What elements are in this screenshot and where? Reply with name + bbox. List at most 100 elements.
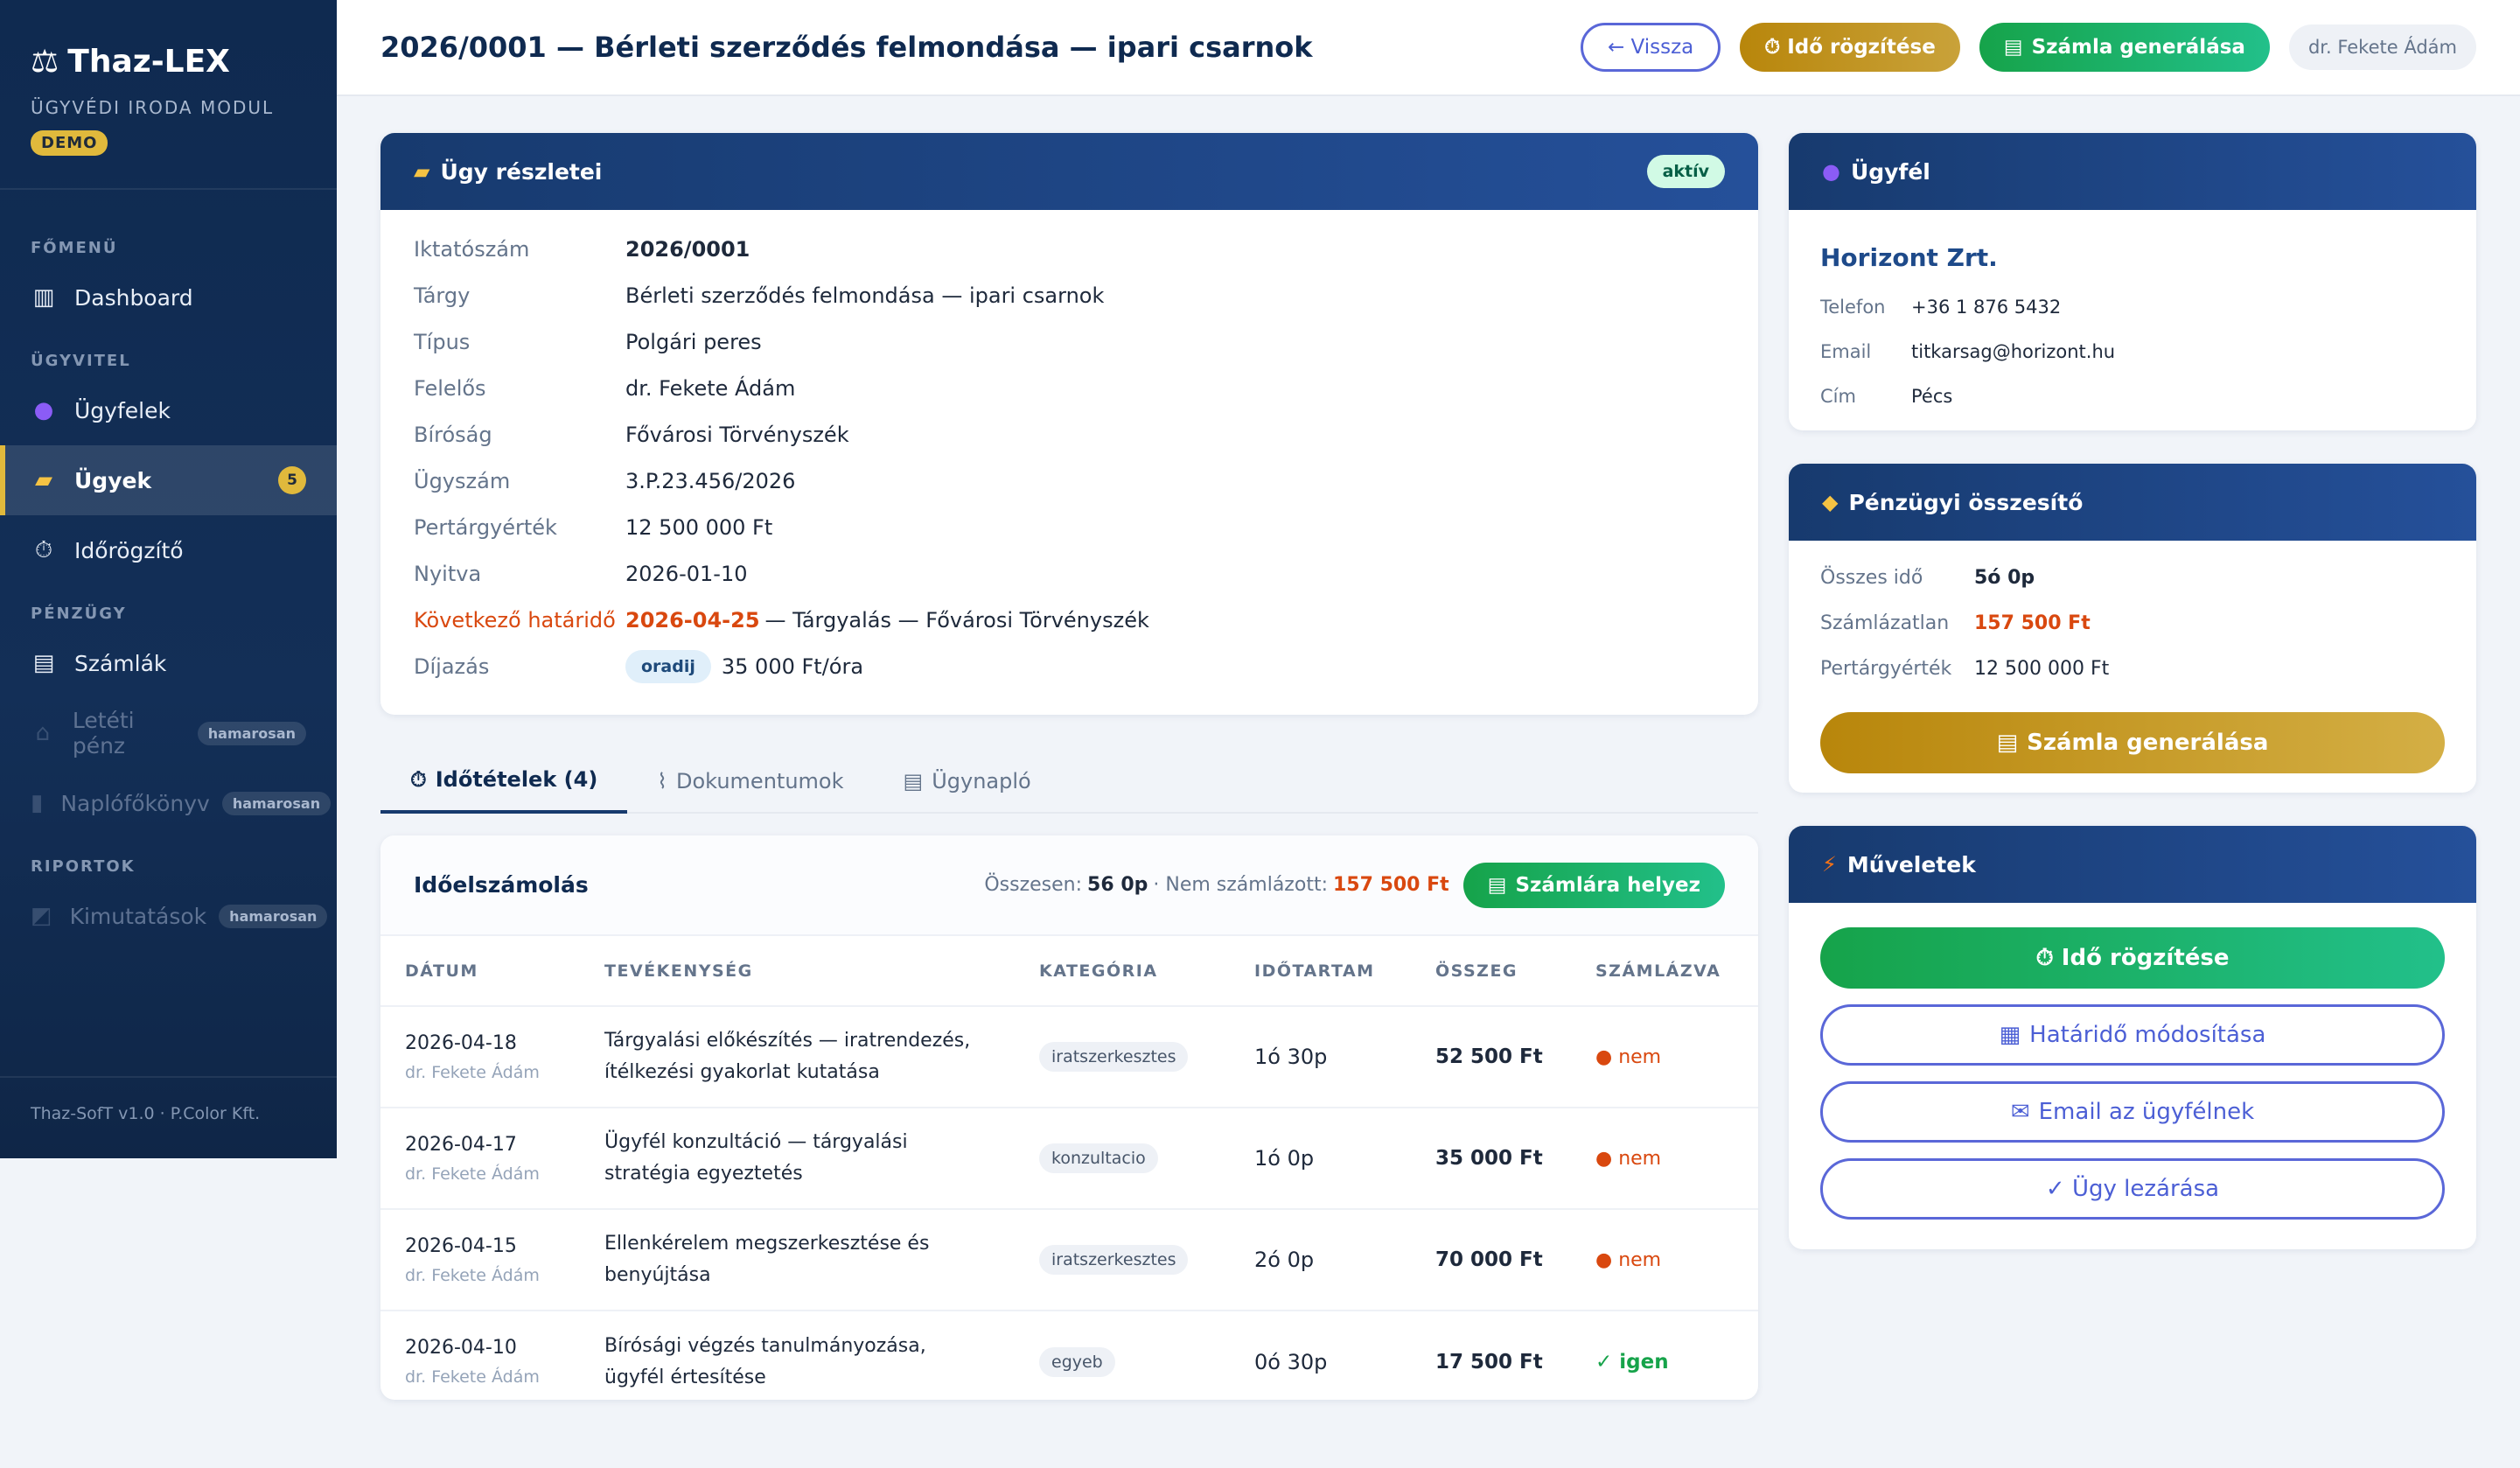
detail-value: 2026/0001 — [625, 236, 750, 262]
log-time-button[interactable]: ⏱ Idő rögzítése — [1740, 23, 1960, 72]
client-phone-label: Telefon — [1820, 296, 1886, 318]
sidebar-item-time[interactable]: ⏱ Időrögzítő — [0, 515, 337, 585]
table-row[interactable]: 2026-04-17 dr. Fekete Ádám Ügyfél konzult… — [380, 1108, 1758, 1210]
sidebar-item-clients[interactable]: ● Ügyfelek — [0, 375, 337, 445]
sidebar-item-ledger: ▮ Naplófőkönyv hamarosan — [0, 768, 337, 838]
back-button[interactable]: ← Vissza — [1580, 23, 1721, 72]
entry-date: 2026-04-10 — [405, 1337, 517, 1359]
case-details-title: Ügy részletei — [440, 158, 603, 185]
billed-status: ● nem — [1595, 1045, 1662, 1068]
entry-activity: Ügyfél konzultáció — tárgyalási stratégi… — [604, 1131, 908, 1185]
lightning-icon: ⚡ — [1822, 852, 1837, 877]
nav-section-reports: RIPORTOK — [31, 857, 136, 876]
detail-value: Polgári peres — [625, 329, 762, 354]
email-client-label: Email az ügyfélnek — [2038, 1099, 2255, 1125]
category-badge: iratszerkesztes — [1039, 1245, 1189, 1275]
finance-generate-invoice-button[interactable]: ▤ Számla generálása — [1820, 712, 2445, 773]
total-label: Összesen: — [984, 874, 1083, 896]
entry-activity: Tárgyalási előkészítés — iratrendezés, í… — [604, 1030, 971, 1083]
total-time-label: Összes idő — [1820, 566, 1923, 589]
sidebar-item-cases[interactable]: ▰ Ügyek 5 — [0, 445, 337, 515]
table-row[interactable]: 2026-04-18 dr. Fekete Ádám Tárgyalási elő… — [380, 1006, 1758, 1108]
entry-date: 2026-04-18 — [405, 1031, 517, 1054]
detail-label: Iktatószám — [414, 236, 530, 262]
scales-icon: ⚖ — [31, 44, 59, 80]
soon-badge: hamarosan — [221, 791, 332, 815]
case-tabs: ⏱ Időtételek (4) ⌇ Dokumentumok ▤ Ügynap… — [380, 748, 1758, 814]
receipt-icon: ▤ — [32, 650, 55, 676]
brand: ⚖ Thaz-LEX ÜGYVÉDI IRODA MODUL DEMO — [0, 0, 337, 190]
table-row[interactable]: 2026-04-10 dr. Fekete Ádám Bírósági végzé… — [380, 1311, 1758, 1400]
tab-time-entries[interactable]: ⏱ Időtételek (4) — [380, 748, 628, 814]
receipt-icon: ▤ — [1996, 730, 2019, 756]
col-activity[interactable]: TEVÉKENYSÉG — [580, 936, 1015, 1007]
billed-status: ● nem — [1595, 1248, 1662, 1271]
col-billed[interactable]: SZÁMLÁZVA — [1571, 936, 1758, 1007]
client-card: ● Ügyfél Horizont Zrt. Telefon +36 1 876 … — [1789, 133, 2476, 430]
action-log-time-button[interactable]: ⏱ Idő rögzítése — [1820, 927, 2445, 989]
user-chip[interactable]: dr. Fekete Ádám — [2288, 24, 2476, 70]
entry-amount: 70 000 Ft — [1435, 1248, 1543, 1271]
col-category[interactable]: KATEGÓRIA — [1015, 936, 1230, 1007]
tab-case-log[interactable]: ▤ Ügynapló — [874, 748, 1061, 814]
add-to-invoice-button[interactable]: ▤ Számlára helyez — [1462, 862, 1725, 908]
detail-value: 3.P.23.456/2026 — [625, 468, 796, 493]
client-email[interactable]: titkarsag@horizont.hu — [1911, 341, 2115, 362]
nav-section-finance: PÉNZÜGY — [31, 605, 127, 623]
cases-count-badge: 5 — [278, 466, 306, 494]
table-row[interactable]: 2026-04-15 dr. Fekete Ádám Ellenkérelem m… — [380, 1209, 1758, 1311]
generate-invoice-label: Számla generálása — [2031, 36, 2245, 59]
entry-date: 2026-04-15 — [405, 1234, 517, 1257]
client-name[interactable]: Horizont Zrt. — [1820, 243, 2445, 272]
detail-row: Ügyszám 3.P.23.456/2026 — [414, 458, 1725, 504]
fee-rate: 35 000 Ft/óra — [721, 654, 864, 679]
sidebar-item-label: Ügyfelek — [74, 397, 171, 423]
time-entries-header: Időelszámolás Összesen: 56 0p · Nem szám… — [380, 835, 1758, 936]
finance-summary-card: ◆ Pénzügyi összesítő Összes idő 5ó 0p Szá… — [1789, 464, 2476, 793]
action-email-client-button[interactable]: ✉ Email az ügyfélnek — [1820, 1081, 2445, 1143]
client-address-label: Cím — [1820, 385, 1856, 407]
soon-badge: hamarosan — [197, 721, 306, 745]
stopwatch-icon: ⏱ — [34, 536, 53, 563]
detail-row-deadline: Következő határidő 2026-04-25 — Tárgyalá… — [414, 597, 1725, 643]
detail-label: Ügyszám — [414, 468, 511, 493]
generate-invoice-button[interactable]: ▤ Számla generálása — [1979, 23, 2270, 72]
time-entries-title: Időelszámolás — [414, 872, 589, 898]
finance-card-title: Pénzügyi összesítő — [1848, 489, 2084, 515]
folder-icon: ▰ — [35, 467, 52, 493]
sidebar: ⚖ Thaz-LEX ÜGYVÉDI IRODA MODUL DEMO FŐME… — [0, 0, 337, 1158]
client-phone[interactable]: +36 1 876 5432 — [1911, 297, 2061, 318]
finance-unbilled-row: Számlázatlan 157 500 Ft — [1789, 600, 2476, 646]
sidebar-item-dashboard[interactable]: ▥ Dashboard — [0, 262, 337, 332]
paperclip-icon: ⌇ — [657, 768, 668, 793]
unbilled-value: 157 500 Ft — [1974, 612, 2091, 634]
entry-duration: 1ó 30p — [1254, 1045, 1328, 1069]
folder-icon: ▰ — [414, 159, 430, 184]
time-summary: Összesen: 56 0p · Nem számlázott: 157 50… — [984, 874, 1448, 896]
col-duration[interactable]: IDŐTARTAM — [1230, 936, 1411, 1007]
sidebar-item-invoices[interactable]: ▤ Számlák — [0, 628, 337, 698]
tab-documents[interactable]: ⌇ Dokumentumok — [627, 748, 873, 814]
case-details-list: Iktatószám 2026/0001 Tárgy Bérleti szerződ… — [380, 210, 1758, 705]
entry-date: 2026-04-17 — [405, 1133, 517, 1156]
demo-badge: DEMO — [31, 130, 108, 156]
entry-user: dr. Fekete Ádám — [405, 1164, 540, 1184]
envelope-icon: ✉ — [2010, 1099, 2030, 1125]
entry-duration: 0ó 30p — [1254, 1349, 1328, 1374]
detail-value: 12 500 000 Ft — [625, 514, 773, 540]
brand-title[interactable]: ⚖ Thaz-LEX — [31, 44, 306, 80]
page-title: 2026/0001 — Bérleti szerződés felmondása… — [380, 31, 1313, 64]
col-date[interactable]: DÁTUM — [380, 936, 580, 1007]
category-badge: konzultacio — [1039, 1143, 1158, 1173]
line-chart-icon: ◩ — [31, 903, 52, 929]
nav-section-case: ÜGYVITEL — [31, 352, 131, 370]
deadline-text: — Tárgyalás — Fővárosi Törvényszék — [764, 607, 1149, 633]
action-close-case-button[interactable]: ✓ Ügy lezárása — [1820, 1158, 2445, 1220]
chart-icon: ▥ — [32, 284, 55, 311]
actions-card: ⚡ Műveletek ⏱ Idő rögzítése ▦ Határidő m… — [1789, 826, 2476, 1249]
bank-icon: ⌂ — [35, 720, 51, 746]
detail-label: Nyitva — [414, 561, 482, 586]
col-amount[interactable]: ÖSSZEG — [1411, 936, 1571, 1007]
action-edit-deadline-button[interactable]: ▦ Határidő módosítása — [1820, 1004, 2445, 1066]
client-email-label: Email — [1820, 340, 1872, 362]
